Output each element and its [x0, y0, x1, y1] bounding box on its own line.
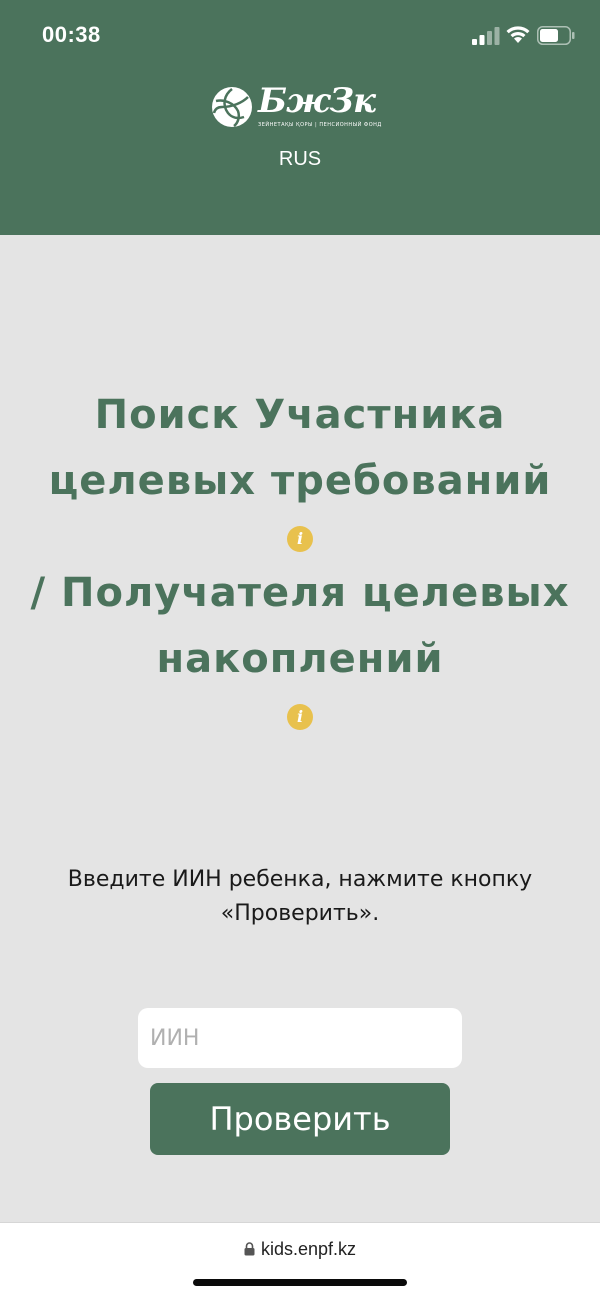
status-bar: 00:38 — [0, 0, 600, 72]
lock-icon — [244, 1242, 255, 1256]
info-icon[interactable]: i — [287, 704, 313, 730]
signal-icon — [472, 27, 500, 45]
page-title-participant: Поиск Участника целевых требований — [48, 392, 552, 504]
home-indicator[interactable] — [193, 1279, 407, 1286]
logo-emblem-icon — [212, 87, 252, 127]
logo-text: БжЗк — [258, 81, 376, 121]
header: 00:38 БжЗк ЗЕЙНЕТАҚЫ ҚОРЫ | ПЕНСИОННЫЙ Ф… — [0, 0, 600, 235]
url-text: kids.enpf.kz — [260, 1239, 357, 1259]
brand-logo[interactable]: БжЗк ЗЕЙНЕТАҚЫ ҚОРЫ | ПЕНСИОННЫЙ ФОНД — [210, 81, 381, 133]
battery-icon — [537, 26, 575, 45]
language-switch[interactable]: RUS — [0, 148, 600, 171]
info-icon[interactable]: i — [287, 526, 313, 552]
check-button[interactable]: Проверить — [150, 1083, 450, 1155]
instruction-text: Введите ИИН ребенка, нажмите кнопку «Про… — [67, 867, 533, 926]
logo-tagline: ЗЕЙНЕТАҚЫ ҚОРЫ | ПЕНСИОННЫЙ ФОНД — [258, 122, 382, 128]
browser-url-bar[interactable]: kids.enpf.kz — [0, 1222, 600, 1297]
wifi-icon — [506, 26, 530, 43]
status-time: 00:38 — [42, 22, 101, 47]
iin-input[interactable] — [138, 1008, 462, 1068]
page-title-recipient: / Получателя целевых накоплений — [30, 570, 570, 682]
url-display[interactable]: kids.enpf.kz — [0, 1239, 600, 1260]
